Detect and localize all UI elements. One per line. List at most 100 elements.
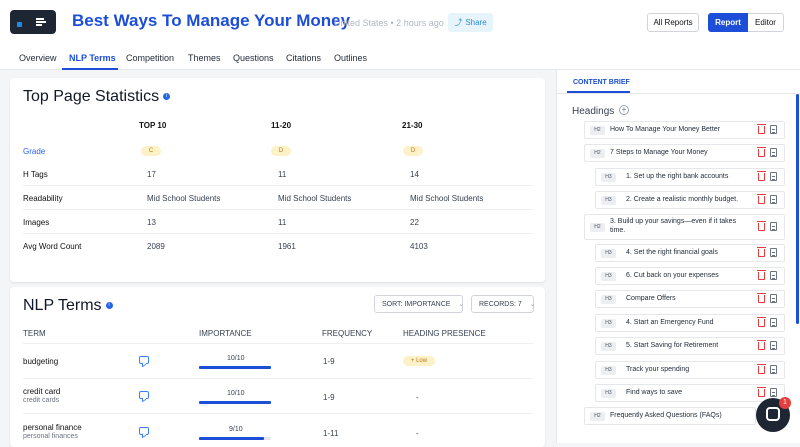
- trash-icon[interactable]: [757, 270, 766, 280]
- app-logo[interactable]: [10, 10, 56, 34]
- heading-item[interactable]: H2 7 Steps to Manage Your Money: [584, 144, 785, 162]
- heading-text: 7 Steps to Manage Your Money: [610, 149, 708, 156]
- trash-icon[interactable]: [757, 124, 766, 134]
- row-divider: [23, 343, 533, 344]
- document-icon[interactable]: [770, 318, 777, 327]
- document-icon[interactable]: [770, 125, 777, 134]
- term-variant: personal finances: [23, 433, 78, 440]
- document-icon[interactable]: [770, 341, 777, 350]
- col-header-term: TERM: [23, 329, 46, 338]
- tab-overview[interactable]: Overview: [19, 53, 57, 63]
- heading-item[interactable]: H3 2. Create a realistic monthly budget.: [595, 191, 785, 209]
- trash-icon[interactable]: [757, 293, 766, 303]
- add-heading-icon[interactable]: +: [619, 105, 629, 115]
- stats-col-header: 11-20: [271, 121, 292, 130]
- stats-cell: 14: [410, 170, 419, 179]
- logo-line-icon: [36, 21, 46, 23]
- records-select[interactable]: RECORDS: 7 ⌄: [471, 295, 536, 313]
- heading-level-tag[interactable]: H2: [590, 149, 605, 158]
- heading-presence-value: -: [416, 429, 419, 438]
- heading-level-tag[interactable]: H3: [601, 319, 616, 328]
- document-icon[interactable]: [770, 388, 777, 397]
- heading-item[interactable]: H2 3. Build up your savings—even if it t…: [584, 214, 785, 240]
- heading-item[interactable]: H3 4. Start an Emergency Fund: [595, 314, 785, 332]
- heading-item[interactable]: H3 1. Set up the right bank accounts: [595, 168, 785, 186]
- document-icon[interactable]: [770, 294, 777, 303]
- trash-icon[interactable]: [757, 221, 766, 231]
- comment-icon[interactable]: [139, 427, 149, 435]
- share-icon: ⤴: [454, 18, 463, 27]
- trash-icon[interactable]: [757, 317, 766, 327]
- document-icon[interactable]: [770, 222, 777, 231]
- tab-nlp-terms[interactable]: NLP Terms: [69, 53, 116, 63]
- document-icon[interactable]: [770, 172, 777, 181]
- trash-icon[interactable]: [757, 364, 766, 374]
- heading-item[interactable]: H3 Compare Offers: [595, 290, 785, 308]
- frequency-value: 1-9: [323, 357, 335, 366]
- heading-presence-badge: + Low: [403, 356, 435, 366]
- tab-questions[interactable]: Questions: [233, 53, 274, 63]
- heading-level-tag[interactable]: H3: [601, 196, 616, 205]
- heading-level-tag[interactable]: H3: [601, 272, 616, 281]
- tab-outlines[interactable]: Outlines: [334, 53, 367, 63]
- heading-text-continued: time.: [610, 227, 626, 234]
- document-icon[interactable]: [770, 148, 777, 157]
- tab-themes[interactable]: Themes: [188, 53, 221, 63]
- comment-icon[interactable]: [139, 391, 149, 399]
- share-button[interactable]: ⤴ Share: [448, 13, 493, 32]
- document-icon[interactable]: [770, 195, 777, 204]
- share-label: Share: [465, 18, 487, 27]
- tab-competition[interactable]: Competition: [126, 53, 174, 63]
- heading-item[interactable]: H2 How To Manage Your Money Better: [584, 121, 785, 139]
- divider: [557, 93, 800, 94]
- grade-badge: C: [141, 146, 161, 156]
- scrollbar[interactable]: [796, 94, 799, 324]
- comment-icon[interactable]: [139, 356, 149, 364]
- info-icon[interactable]: i: [163, 93, 171, 101]
- report-button[interactable]: Report: [708, 13, 748, 32]
- heading-level-tag[interactable]: H2: [590, 223, 605, 232]
- all-reports-button[interactable]: All Reports: [647, 13, 699, 32]
- row-divider: [23, 209, 533, 210]
- heading-item[interactable]: H3 5. Start Saving for Retirement: [595, 337, 785, 355]
- heading-level-tag[interactable]: H3: [601, 173, 616, 182]
- document-icon[interactable]: [770, 248, 777, 257]
- trash-icon[interactable]: [757, 340, 766, 350]
- stats-cell: Mid School Students: [278, 194, 352, 203]
- term-name: budgeting: [23, 357, 59, 366]
- tab-content-brief[interactable]: CONTENT BRIEF: [573, 79, 630, 86]
- document-icon[interactable]: [770, 365, 777, 374]
- heading-level-tag[interactable]: H3: [601, 249, 616, 258]
- heading-text: 4. Set the right financial goals: [626, 249, 718, 256]
- heading-item[interactable]: H3 6. Cut back on your expenses: [595, 267, 785, 285]
- heading-text: Find ways to save: [626, 389, 683, 396]
- top-header: Best Ways To Manage Your Money United St…: [0, 0, 800, 45]
- info-icon[interactable]: i: [105, 302, 113, 310]
- heading-level-tag[interactable]: H3: [601, 295, 616, 304]
- heading-item[interactable]: H2 Frequently Asked Questions (FAQs): [584, 407, 756, 425]
- heading-item[interactable]: H3 Find ways to save: [595, 384, 785, 402]
- document-icon[interactable]: [770, 271, 777, 280]
- heading-level-tag[interactable]: H3: [601, 389, 616, 398]
- importance-bar: [199, 401, 271, 404]
- trash-icon[interactable]: [757, 387, 766, 397]
- editor-button[interactable]: Editor: [748, 13, 784, 32]
- chevron-down-icon: ⌄: [529, 301, 536, 308]
- heading-item[interactable]: H3 Track your spending: [595, 361, 785, 379]
- heading-level-tag[interactable]: H2: [590, 412, 605, 421]
- tab-citations[interactable]: Citations: [286, 53, 321, 63]
- heading-level-tag[interactable]: H2: [590, 126, 605, 135]
- stats-row-label: H Tags: [23, 170, 48, 179]
- heading-level-tag[interactable]: H3: [601, 342, 616, 351]
- grade-badge: D: [403, 146, 423, 156]
- heading-level-tag[interactable]: H3: [601, 366, 616, 375]
- logo-square-icon: [17, 22, 22, 27]
- importance-bar: [199, 437, 271, 440]
- trash-icon[interactable]: [757, 247, 766, 257]
- trash-icon[interactable]: [757, 171, 766, 181]
- content-brief-panel: CONTENT BRIEF Headings + H2 How To Manag…: [556, 70, 800, 443]
- sort-select[interactable]: SORT: IMPORTANCE ⌄: [374, 295, 464, 313]
- trash-icon[interactable]: [757, 194, 766, 204]
- heading-item[interactable]: H3 4. Set the right financial goals: [595, 244, 785, 262]
- trash-icon[interactable]: [757, 147, 766, 157]
